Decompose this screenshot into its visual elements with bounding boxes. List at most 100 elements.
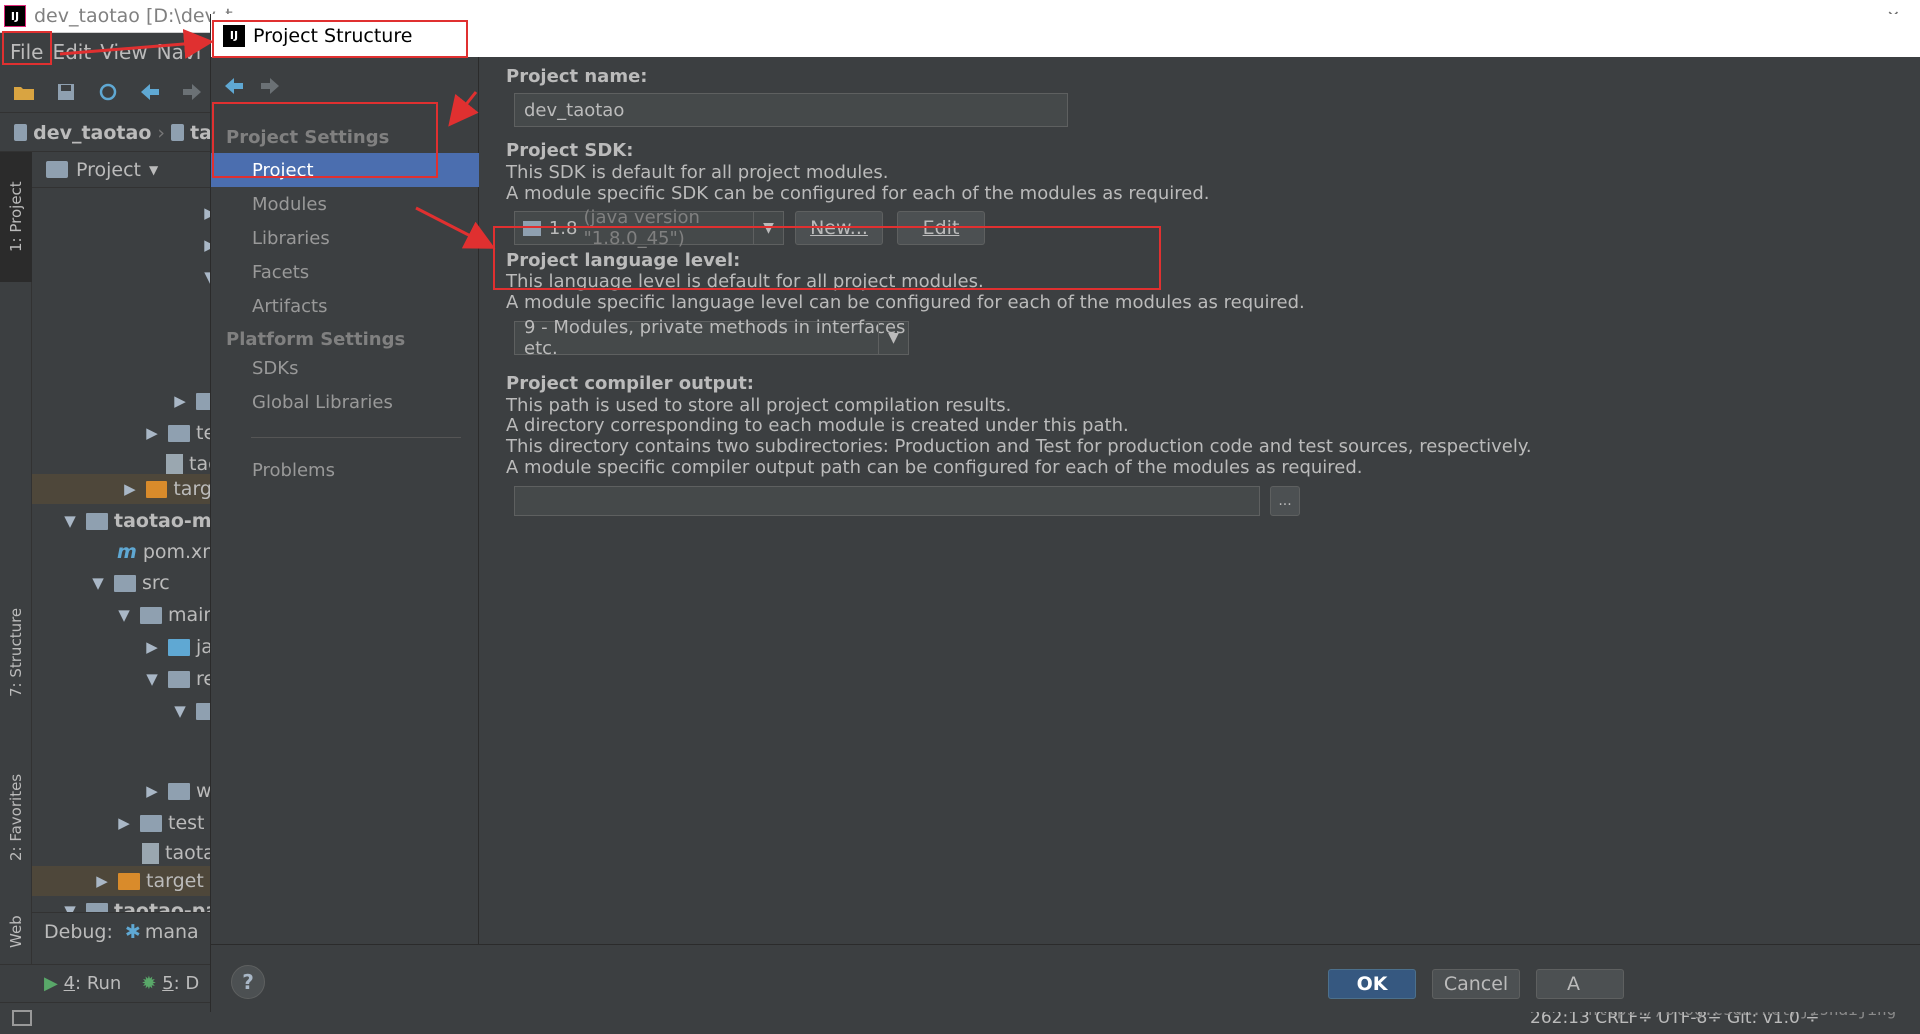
project-name-label: Project name: (506, 66, 648, 87)
breadcrumb-module[interactable]: ta (190, 122, 212, 144)
sync-icon[interactable] (96, 80, 120, 104)
back-arrow-icon[interactable] (223, 77, 245, 99)
chevron-right-icon: ▶ (146, 424, 158, 442)
project-name-value: dev_taotao (524, 99, 625, 121)
menu-navigate[interactable]: Navi (157, 40, 202, 64)
debug-tool-key: 5 (162, 973, 174, 994)
compiler-output-label: Project compiler output: (506, 373, 755, 394)
module-folder-icon (171, 124, 185, 141)
compiler-output-input[interactable] (514, 486, 1260, 516)
browse-button[interactable]: ... (1270, 486, 1300, 516)
debugger-tab-strip (32, 950, 212, 964)
bug-icon: ✹ (141, 973, 157, 994)
tree-item-label: target (146, 870, 204, 892)
ide-toolbar (0, 71, 212, 113)
ok-button[interactable]: OK (1328, 969, 1416, 999)
tree-item[interactable]: ▶ target (32, 866, 212, 896)
tree-item-label: test (168, 812, 205, 834)
project-sdk-description: A module specific SDK can be configured … (506, 183, 1210, 204)
sidebar-item-libraries[interactable]: Libraries (211, 221, 479, 255)
project-view-header[interactable]: Project ▼ (32, 152, 212, 188)
sidebar-item-artifacts[interactable]: Artifacts (211, 289, 479, 323)
folder-icon (168, 670, 190, 688)
apply-button[interactable]: A (1536, 969, 1624, 999)
forward-arrow-icon[interactable] (259, 77, 281, 99)
chevron-down-icon[interactable]: ▼ (878, 322, 908, 354)
chevron-down-icon: ▼ (118, 606, 130, 624)
tree-item[interactable]: ▼ taotao-pa (60, 896, 212, 912)
tool-tab-web[interactable]: Web (0, 900, 32, 964)
tool-tab-web-label: Web (7, 915, 25, 949)
gear-icon[interactable]: ✱ (125, 921, 141, 943)
tree-expander[interactable]: ▶ (170, 386, 212, 416)
panel-toggle-icon[interactable] (12, 1010, 32, 1026)
sidebar-item-problems[interactable]: Problems (211, 453, 479, 487)
open-folder-icon[interactable] (12, 80, 36, 104)
chevron-right-icon: ▶ (146, 782, 158, 800)
chevron-right-icon: ▶ (146, 638, 158, 656)
sidebar-item-label: Facets (252, 261, 310, 283)
breadcrumb-project[interactable]: dev_taotao (33, 122, 151, 144)
run-tool-button[interactable]: ▶ 4: Run (44, 973, 121, 994)
compiler-output-description: This directory contains two subdirectori… (506, 436, 1532, 457)
chevron-right-icon: ▶ (118, 814, 130, 832)
project-view-label: Project (76, 158, 142, 181)
tree-item-label: taotao- (165, 842, 212, 864)
folder-icon (168, 638, 190, 656)
tree-expander[interactable]: ▼ (170, 696, 212, 726)
debug-tool-button[interactable]: ✹ 5: D (141, 973, 199, 994)
sidebar-item-global-libraries[interactable]: Global Libraries (211, 385, 479, 419)
intellij-logo-icon: IJ (4, 5, 26, 27)
sidebar-item-modules[interactable]: Modules (211, 187, 479, 221)
tree-item[interactable]: ▶ ja (142, 632, 212, 662)
debug-label: Debug: (44, 920, 113, 943)
tree-item[interactable]: ▼ main (114, 600, 212, 630)
tree-item[interactable]: ▶ targ (32, 474, 212, 504)
cancel-button[interactable]: Cancel (1432, 969, 1520, 999)
project-name-input[interactable]: dev_taotao (514, 93, 1068, 127)
sidebar-item-label: Libraries (252, 227, 330, 249)
back-arrow-icon[interactable] (138, 80, 162, 104)
compiler-output-description: This path is used to store all project c… (506, 395, 1012, 416)
tree-item[interactable]: ▶ te (142, 418, 212, 448)
tree-item-label: taot (189, 453, 212, 475)
cancel-label: Cancel (1443, 973, 1509, 995)
tool-tab-structure[interactable]: 7: Structure (0, 572, 32, 732)
help-icon: ? (242, 970, 254, 994)
folder-icon (140, 606, 162, 624)
tree-item[interactable]: ▼ re (142, 664, 212, 694)
folder-icon (118, 872, 140, 890)
tool-tab-structure-label: 7: Structure (7, 607, 25, 697)
dialog-sidebar: Project Settings Project Modules Librari… (211, 57, 479, 944)
tree-item[interactable]: taotao- (142, 838, 212, 868)
menu-view[interactable]: View (100, 40, 147, 64)
tree-item[interactable]: ▼ taotao-ma (60, 506, 212, 536)
tree-item-label: taotao-pa (114, 900, 212, 912)
forward-arrow-icon[interactable] (180, 80, 204, 104)
tree-item[interactable]: ▶ test (114, 808, 205, 838)
tree-item[interactable]: m pom.xm (117, 537, 212, 567)
chevron-right-icon: ▶ (96, 872, 108, 890)
project-structure-dialog: IJ Project Structure Project Settings Pr… (210, 14, 1920, 1012)
sidebar-item-facets[interactable]: Facets (211, 255, 479, 289)
tree-item[interactable]: ▼ src (88, 568, 170, 598)
debug-config-name[interactable]: mana (145, 921, 199, 943)
project-folder-icon (14, 124, 28, 141)
save-icon[interactable] (54, 80, 78, 104)
sidebar-item-label: Problems (252, 459, 335, 481)
language-level-select[interactable]: 9 - Modules, private methods in interfac… (514, 317, 909, 359)
chevron-down-icon: ▼ (146, 670, 158, 688)
menu-edit[interactable]: Edit (52, 40, 91, 64)
project-sdk-description: This SDK is default for all project modu… (506, 162, 889, 183)
ide-window-title: dev_taotao [D:\dev_t (34, 5, 233, 27)
folder-icon (114, 574, 136, 592)
help-button[interactable]: ? (231, 965, 265, 999)
apply-label: A (1567, 973, 1580, 995)
tool-tab-project[interactable]: 1: Project (0, 152, 32, 282)
tree-item[interactable]: ▶ w (142, 776, 211, 806)
sidebar-item-sdks[interactable]: SDKs (211, 351, 479, 385)
chevron-down-icon[interactable]: ▼ (149, 163, 158, 177)
project-view-icon (46, 161, 68, 178)
tool-tab-favorites[interactable]: 2: Favorites (0, 742, 32, 892)
annotation-box-project-settings (212, 102, 438, 178)
